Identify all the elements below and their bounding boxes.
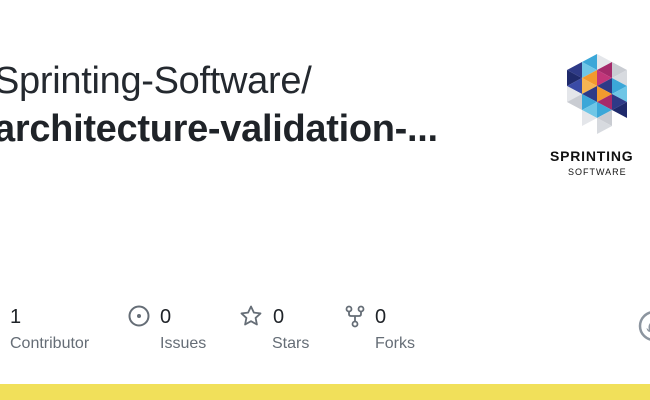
logo-subtitle: SOFTWARE [568, 167, 627, 177]
repo-social-card: Sprinting-Software/ architecture-validat… [0, 0, 650, 400]
org-logo: SPRINTING SOFTWARE [548, 54, 650, 184]
forks-count: 0 [375, 306, 387, 328]
repo-forked-icon [345, 305, 365, 328]
stars-label: Stars [272, 335, 310, 352]
repo-stats: 1 Contributor 0 Issues 0 Stars 0 Forks [0, 300, 650, 360]
stars-count: 0 [273, 306, 285, 328]
stars-stat[interactable]: 0 Stars [239, 300, 339, 360]
issues-label: Issues [160, 335, 207, 352]
sprinting-software-logo-mark [567, 54, 627, 134]
contributors-label: Contributor [10, 335, 90, 352]
forks-label: Forks [375, 335, 415, 352]
repo-name[interactable]: architecture-validation-... [0, 106, 438, 152]
star-icon [240, 305, 262, 326]
forks-stat[interactable]: 0 Forks [343, 300, 443, 360]
issue-opened-icon [128, 305, 150, 327]
repo-owner[interactable]: Sprinting-Software/ [0, 58, 312, 104]
contributors-stat[interactable]: 1 Contributor [10, 300, 110, 360]
language-bar [0, 384, 650, 400]
contributors-count: 1 [10, 306, 22, 328]
issues-stat[interactable]: 0 Issues [127, 300, 227, 360]
logo-wordmark: SPRINTING [550, 148, 634, 164]
github-icon [638, 311, 650, 341]
issues-count: 0 [160, 306, 172, 328]
